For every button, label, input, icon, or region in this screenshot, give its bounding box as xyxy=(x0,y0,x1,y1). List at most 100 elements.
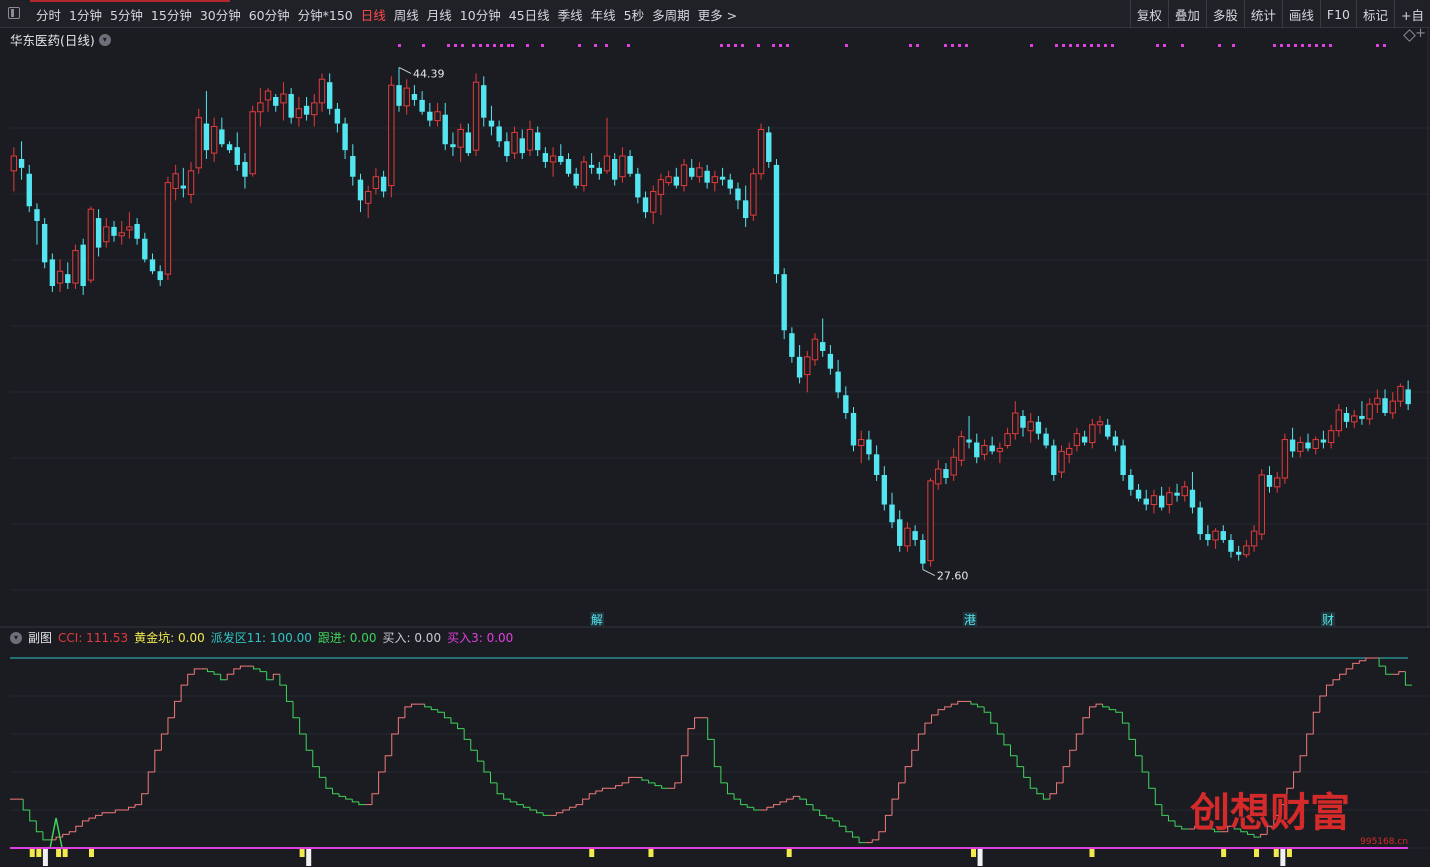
period-tab-2[interactable]: 5分钟 xyxy=(106,5,147,24)
candle-body xyxy=(126,226,133,231)
cci-step xyxy=(562,809,570,813)
candle xyxy=(727,173,733,195)
cci-step xyxy=(786,798,794,802)
candle-body xyxy=(1189,489,1196,508)
candle-body xyxy=(257,102,264,113)
candle xyxy=(773,158,780,284)
candle-body xyxy=(711,176,719,184)
period-tab-0[interactable]: 分时 xyxy=(32,5,65,24)
toolbar-button-0[interactable]: 复权 xyxy=(1129,0,1168,28)
candle-body xyxy=(419,99,425,112)
candle-body xyxy=(650,190,657,213)
cci-step xyxy=(358,801,366,806)
period-tab-12[interactable]: 季线 xyxy=(554,5,587,24)
period-tab-3[interactable]: 15分钟 xyxy=(147,5,196,24)
candle xyxy=(1158,486,1165,511)
period-tab-11[interactable]: 45日线 xyxy=(505,5,554,24)
candle xyxy=(164,176,172,281)
indicator-name: 黄金坑: xyxy=(134,631,175,645)
period-tab-15[interactable]: 多周期 xyxy=(648,5,694,24)
cci-step xyxy=(1036,788,1044,795)
cci-step xyxy=(1016,755,1024,768)
candle-body xyxy=(1343,412,1350,422)
collapse-circle-icon[interactable]: ▾ xyxy=(10,631,22,644)
cci-step xyxy=(595,790,603,794)
cci-step xyxy=(977,704,985,708)
candle-body xyxy=(142,238,148,260)
cci-step xyxy=(62,833,70,838)
toolbar-button-7[interactable]: +自 xyxy=(1394,0,1430,28)
period-tab-7[interactable]: 日线 xyxy=(357,5,390,24)
candle-body xyxy=(1327,430,1335,444)
signal-dot xyxy=(965,44,968,47)
candle xyxy=(72,244,79,289)
cci-step xyxy=(654,782,662,787)
sidebar-toggle-icon[interactable] xyxy=(8,7,20,19)
period-tab-14[interactable]: 5秒 xyxy=(620,5,648,24)
candle-body xyxy=(1366,403,1373,420)
cci-step xyxy=(424,704,432,708)
cci-step xyxy=(779,801,787,805)
candle-body xyxy=(41,223,48,263)
candle-body xyxy=(504,141,510,157)
signal-bar xyxy=(977,848,983,866)
candle-body xyxy=(1143,498,1149,505)
cci-step xyxy=(1042,793,1050,800)
candle-body xyxy=(757,128,765,175)
candle xyxy=(558,144,564,165)
candle xyxy=(519,129,525,159)
period-tab-10[interactable]: 10分钟 xyxy=(456,5,505,24)
candle xyxy=(1197,501,1203,540)
period-tab-6[interactable]: 分钟*150 xyxy=(294,5,357,24)
cci-step xyxy=(990,712,998,724)
candle xyxy=(580,156,588,192)
cci-step xyxy=(1135,739,1143,757)
signal-dot xyxy=(605,44,608,47)
period-tab-5[interactable]: 60分钟 xyxy=(245,5,294,24)
main-kline-chart[interactable]: 44.39 27.60 解 港 财 xyxy=(0,28,1430,628)
sub-indicator-chart[interactable]: 创想财富 995168.cn xyxy=(0,648,1430,867)
signal-dot xyxy=(454,44,457,47)
candle xyxy=(1081,430,1088,446)
candle xyxy=(56,259,64,292)
candle xyxy=(1258,469,1265,540)
cci-step xyxy=(384,755,392,772)
candle-body xyxy=(727,179,733,189)
toolbar-button-6[interactable]: 标记 xyxy=(1356,0,1394,28)
cci-step xyxy=(1075,733,1083,751)
cci-step xyxy=(233,668,241,675)
candle xyxy=(796,345,803,384)
candle-body xyxy=(1043,433,1049,446)
toolbar-button-1[interactable]: 叠加 xyxy=(1167,0,1206,28)
candle xyxy=(1004,427,1011,449)
period-tab-8[interactable]: 周线 xyxy=(390,5,423,24)
candle-body xyxy=(549,155,557,163)
candle xyxy=(388,76,395,198)
candle-body xyxy=(1382,398,1388,413)
period-tab-4[interactable]: 30分钟 xyxy=(196,5,245,24)
candle-body xyxy=(72,250,79,284)
candle-body xyxy=(943,469,949,478)
candle xyxy=(49,253,56,292)
candle xyxy=(1043,427,1049,449)
indicator-value: 0.00 xyxy=(410,631,442,645)
period-tab-1[interactable]: 1分钟 xyxy=(65,5,106,24)
toolbar-button-3[interactable]: 统计 xyxy=(1243,0,1282,28)
period-tab-16[interactable]: 更多 > xyxy=(694,5,741,24)
period-tab-9[interactable]: 月线 xyxy=(423,5,456,24)
toolbar-button-2[interactable]: 多股 xyxy=(1205,0,1244,28)
toolbar-button-5[interactable]: F10 xyxy=(1319,0,1356,28)
candle-body xyxy=(1305,442,1311,449)
signal-bar xyxy=(1221,848,1227,857)
signal-dot xyxy=(1076,44,1079,47)
candle-body xyxy=(1035,421,1042,434)
candle-body xyxy=(1150,495,1158,506)
cci-step xyxy=(1088,706,1097,718)
candle xyxy=(234,132,240,171)
period-tab-13[interactable]: 年线 xyxy=(587,5,620,24)
toolbar-button-4[interactable]: 画线 xyxy=(1281,0,1320,28)
signal-bar xyxy=(62,848,68,857)
signal-dot xyxy=(1104,44,1107,47)
candle xyxy=(1212,528,1219,549)
event-tag: 港 xyxy=(964,613,976,627)
